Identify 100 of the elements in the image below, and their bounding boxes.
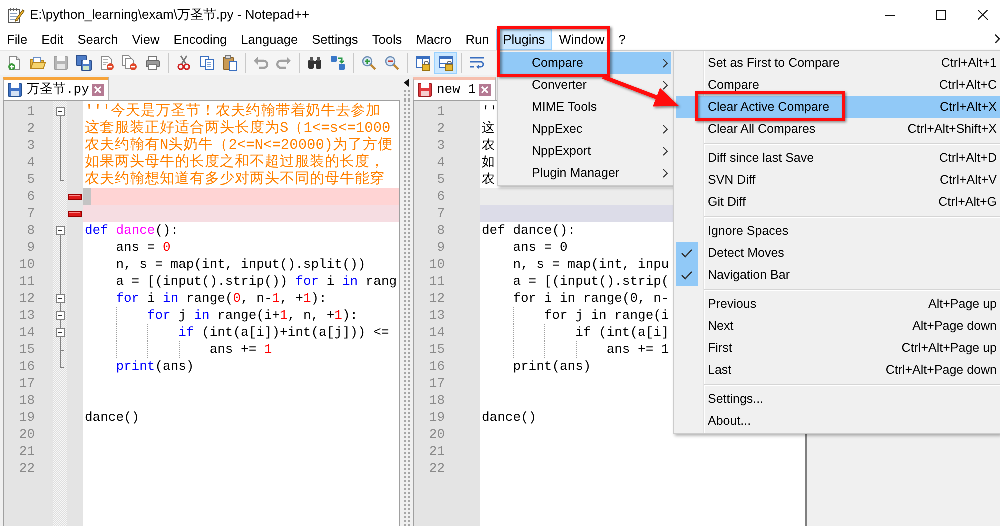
line-number: 15: [429, 341, 445, 358]
menu-item[interactable]: Search: [70, 29, 126, 50]
fold-line: [60, 115, 65, 181]
keyboard-shortcut: Ctrl+Alt+Shift+X: [906, 120, 997, 138]
line-number: 5: [437, 171, 445, 188]
line-number: 6: [437, 188, 445, 205]
menu-item[interactable]: Set as First to Compare: [708, 54, 840, 72]
line-number: 12: [429, 290, 445, 307]
app-icon: [7, 6, 25, 24]
menu-item[interactable]: Next: [708, 316, 734, 336]
menu-item[interactable]: File: [0, 29, 35, 50]
line-number: 1: [27, 103, 35, 120]
menu-item[interactable]: Language: [234, 29, 306, 50]
line-number: 13: [19, 307, 35, 324]
line-number: 18: [19, 392, 35, 409]
line-number: 12: [19, 290, 35, 307]
menu-item[interactable]: Clear All Compares: [708, 120, 816, 138]
code-line: n, s = map(int, inpu: [513, 256, 670, 273]
line-number: 16: [19, 358, 35, 375]
code-line: '''今天是万圣节！农夫约翰带着奶牛去参加: [85, 103, 382, 120]
menu-item[interactable]: Plugin Manager: [532, 164, 620, 182]
menu-item[interactable]: NppExec: [532, 120, 583, 138]
line-number: 13: [429, 307, 445, 324]
close-icon[interactable]: [92, 84, 104, 96]
menu-item[interactable]: Settings: [305, 29, 366, 50]
collapse-icon[interactable]: [56, 311, 65, 320]
code-line: print(ans): [513, 358, 592, 375]
menu-item[interactable]: Plugins: [496, 29, 552, 50]
menu-item[interactable]: Edit: [34, 29, 71, 50]
line-number: 10: [19, 256, 35, 273]
menu-item[interactable]: SVN Diff: [708, 170, 756, 190]
code-line: 农: [482, 171, 495, 188]
code-line: 这套服装正好适合两头长度为S（1<=s<=1000: [85, 120, 391, 137]
collapse-icon[interactable]: [56, 294, 65, 303]
file-tab[interactable]: 万圣节.py: [3, 77, 110, 100]
menu-item[interactable]: Diff since last Save: [708, 148, 814, 168]
menu-item[interactable]: Tools: [365, 29, 410, 50]
code-line: def dance():: [482, 222, 576, 239]
menu-item[interactable]: Compare: [500, 52, 671, 74]
menu-item[interactable]: Detect Moves: [708, 244, 784, 262]
keyboard-shortcut: Alt+Page down: [912, 318, 997, 335]
menu-item[interactable]: Last: [708, 360, 732, 380]
line-number: 18: [429, 392, 445, 409]
code-line: for i in range(0, n-1, +1):: [116, 290, 327, 307]
code-line: for j in range(i: [544, 307, 670, 324]
code-line: for j in range(i+1, n, +1):: [147, 307, 358, 324]
code-line: ans += 1: [210, 341, 272, 358]
menu-item[interactable]: First: [708, 338, 732, 358]
keyboard-shortcut: Ctrl+Alt+1: [940, 54, 997, 72]
menu-item[interactable]: Previous: [708, 294, 757, 314]
line-number: 20: [429, 426, 445, 443]
keyboard-shortcut: Ctrl+Alt+X: [939, 98, 997, 116]
code-line: 如果两头母牛的长度之和不超过服装的长度，: [85, 154, 385, 171]
menu-item[interactable]: About...: [708, 412, 752, 430]
close-icon: [978, 10, 988, 20]
code-line: 这: [482, 120, 495, 137]
code-line: if (int(a[i])+int(a[j])) <=: [178, 324, 390, 341]
code-line: def dance():: [85, 222, 179, 239]
menu-item[interactable]: Run: [458, 29, 496, 50]
keyboard-shortcut: Ctrl+Alt+V: [939, 172, 997, 189]
line-number: 4: [27, 154, 35, 171]
menu-item[interactable]: Clear Active Compare Ctrl+Alt+X: [676, 96, 1000, 118]
keyboard-shortcut: Ctrl+Alt+C: [938, 76, 997, 94]
left-triangle-icon[interactable]: [404, 79, 409, 87]
menu-item[interactable]: Settings...: [708, 390, 764, 408]
collapse-icon[interactable]: [56, 226, 65, 235]
menu-item[interactable]: Compare: [708, 76, 760, 94]
menu-item[interactable]: ?: [612, 29, 633, 50]
menu-item[interactable]: NppExport: [532, 142, 592, 160]
menu-item[interactable]: View: [125, 29, 167, 50]
collapse-icon[interactable]: [56, 328, 65, 337]
code-line: if (int(a[i]: [576, 324, 670, 341]
line-number: 22: [19, 460, 35, 477]
code-line: n, s = map(int, input().split()): [116, 256, 366, 273]
collapse-icon[interactable]: [56, 107, 65, 116]
menu-item[interactable]: Navigation Bar: [708, 266, 790, 284]
keyboard-shortcut: Ctrl+Alt+Page down: [884, 362, 997, 379]
code-line: 如: [482, 154, 495, 171]
menu-item[interactable]: Encoding: [166, 29, 234, 50]
code-line: dance(): [482, 409, 537, 426]
file-tab[interactable]: new 1: [413, 77, 496, 100]
chevron-right-icon[interactable]: [995, 34, 1000, 44]
menu-item[interactable]: MIME Tools: [532, 98, 598, 116]
menu-item[interactable]: Window: [552, 29, 612, 50]
menu-item[interactable]: Ignore Spaces: [708, 222, 789, 240]
line-number: 9: [437, 239, 445, 256]
keyboard-shortcut: Ctrl+Alt+Page up: [900, 340, 997, 357]
keyboard-shortcut: Alt+Page up: [928, 296, 997, 313]
close-icon[interactable]: [479, 84, 492, 96]
line-number: 11: [19, 273, 35, 290]
line-number: 1: [437, 103, 445, 120]
menu-item[interactable]: Macro: [409, 29, 459, 50]
menu-item[interactable]: Converter: [532, 76, 587, 94]
line-number: 6: [27, 188, 35, 205]
sync-scroll-button[interactable]: [434, 52, 457, 74]
keyboard-shortcut: Ctrl+Alt+D: [938, 150, 997, 167]
code-line: print(ans): [116, 358, 194, 375]
line-number: 2: [27, 120, 35, 137]
line-number: 17: [19, 375, 35, 392]
menu-item[interactable]: Git Diff: [708, 192, 746, 212]
